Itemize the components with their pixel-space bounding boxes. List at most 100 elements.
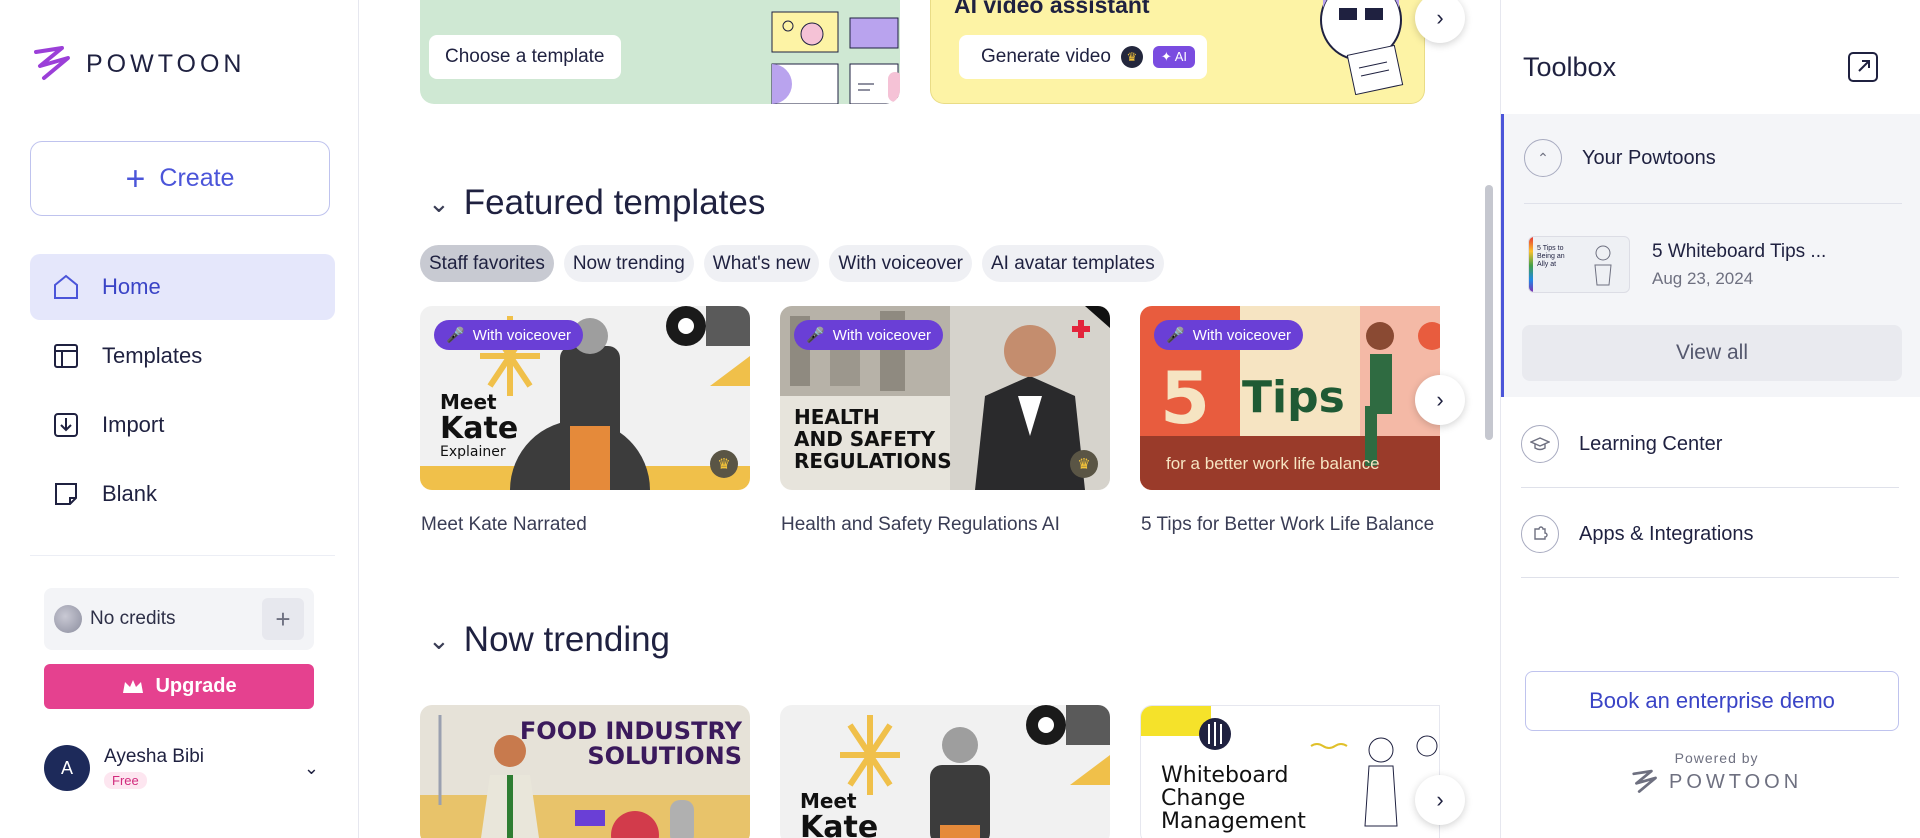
powtoon-logo[interactable]: POWTOON xyxy=(32,44,245,84)
credits-box: No credits + xyxy=(44,588,314,650)
voiceover-badge-label: With voiceover xyxy=(832,326,932,344)
trending-card-meet-kate[interactable]: Meet Kate xyxy=(780,705,1110,838)
generate-video-button[interactable]: Generate video ♛ ✦ AI xyxy=(959,35,1208,79)
credits-label: No credits xyxy=(90,608,176,629)
book-enterprise-demo-button[interactable]: Book an enterprise demo xyxy=(1525,671,1899,731)
now-trending-title: Now trending xyxy=(463,620,671,659)
chevron-down-icon[interactable]: ⌄ xyxy=(428,625,450,656)
rainbow-stripe xyxy=(1529,237,1533,292)
blank-icon xyxy=(55,483,77,505)
chip-whats-new[interactable]: What's new xyxy=(703,245,820,282)
chevron-down-icon[interactable]: ⌄ xyxy=(304,758,319,779)
nav-item-blank[interactable]: Blank xyxy=(30,461,335,527)
chip-with-voiceover[interactable]: With voiceover xyxy=(829,245,972,282)
art-line-1: 5 xyxy=(1160,356,1211,440)
voiceover-badge: 🎤 With voiceover xyxy=(1154,320,1304,350)
thumbnail-text: 5 Tips to Being an Ally at xyxy=(1537,245,1565,269)
user-menu[interactable]: A Ayesha Bibi Free ⌄ xyxy=(44,740,319,796)
trending-card-whiteboard[interactable]: Whiteboard Change Management xyxy=(1140,705,1440,838)
chip-ai-avatar-templates[interactable]: AI avatar templates xyxy=(982,245,1164,282)
templates-icon xyxy=(54,344,78,368)
powered-by-logo: POWTOON xyxy=(1631,768,1802,796)
chip-staff-favorites[interactable]: Staff favorites xyxy=(420,245,554,282)
credits-coin-icon xyxy=(54,605,82,633)
trending-next-button[interactable]: › xyxy=(1415,775,1465,825)
chevron-up-icon: ⌃ xyxy=(1524,139,1562,177)
logo-text: POWTOON xyxy=(86,49,246,78)
popout-icon[interactable] xyxy=(1846,50,1880,84)
upgrade-label: Upgrade xyxy=(155,675,237,697)
powtoon-logo-icon xyxy=(34,46,70,80)
graduation-cap-icon xyxy=(1521,425,1559,463)
generate-video-label: Generate video xyxy=(981,46,1111,67)
choose-template-label: Choose a template xyxy=(445,46,605,67)
toolbox-title: Toolbox xyxy=(1523,52,1617,82)
premium-crown-icon: ♛ xyxy=(710,450,738,478)
banner-next-button[interactable]: › xyxy=(1415,0,1465,43)
microphone-icon: 🎤 xyxy=(806,327,825,344)
recent-powtoon-title: 5 Whiteboard Tips ... xyxy=(1652,240,1827,262)
art-line-2: SOLUTIONS xyxy=(587,742,742,771)
nav-item-home[interactable]: Home xyxy=(30,254,335,320)
art-line-3: Explainer xyxy=(440,444,506,460)
powered-by-label: Powered by xyxy=(1674,750,1759,766)
your-powtoons-section: ⌃ Your Powtoons 5 Tips to Being an Ally … xyxy=(1501,114,1920,397)
nav-item-templates[interactable]: Templates xyxy=(30,323,335,389)
apps-integrations-link[interactable]: Apps & Integrations xyxy=(1521,515,1754,553)
import-icon xyxy=(54,413,78,437)
art-line-2: Change xyxy=(1161,786,1246,812)
upgrade-button[interactable]: Upgrade xyxy=(44,664,314,709)
art-line-1: Whiteboard xyxy=(1161,763,1289,788)
chip-now-trending[interactable]: Now trending xyxy=(563,245,694,282)
featured-next-button[interactable]: › xyxy=(1415,375,1465,425)
add-credits-button[interactable]: + xyxy=(262,598,304,640)
nav-item-import[interactable]: Import xyxy=(30,392,335,458)
recent-powtoon-date: Aug 23, 2024 xyxy=(1652,268,1754,288)
create-label: Create xyxy=(159,164,235,192)
template-card-title[interactable]: Meet Kate Narrated xyxy=(421,514,587,536)
whiteboard-art-text: Whiteboard Change Management xyxy=(1161,764,1306,833)
microphone-icon: 🎤 xyxy=(446,327,465,344)
divider xyxy=(1521,487,1899,488)
template-banner[interactable]: Choose a template xyxy=(420,0,900,104)
your-powtoons-toggle[interactable]: ⌃ Your Powtoons xyxy=(1524,139,1716,177)
nav-label: Import xyxy=(102,412,165,437)
divider xyxy=(1521,577,1899,578)
learning-center-link[interactable]: Learning Center xyxy=(1521,425,1722,463)
template-card-meet-kate[interactable]: 🎤 With voiceover Meet Kate Explainer ♛ xyxy=(420,306,750,490)
voiceover-badge: 🎤 With voiceover xyxy=(434,320,584,350)
template-card-title[interactable]: Health and Safety Regulations AI xyxy=(781,514,1060,536)
choose-template-button[interactable]: Choose a template xyxy=(429,35,621,79)
crown-icon xyxy=(123,679,144,693)
apps-integrations-label: Apps & Integrations xyxy=(1579,522,1754,545)
featured-filter-chips: Staff favorites Now trending What's new … xyxy=(420,245,1164,282)
premium-crown-icon: ♛ xyxy=(1070,450,1098,478)
puzzle-icon xyxy=(1521,515,1559,553)
voiceover-badge-label: With voiceover xyxy=(472,326,572,344)
plan-badge: Free xyxy=(104,772,147,789)
art-line-2: AND SAFETY xyxy=(794,427,936,451)
learning-center-label: Learning Center xyxy=(1579,432,1723,455)
template-card-5-tips[interactable]: 🎤 With voiceover 5 Tips for a better wor… xyxy=(1140,306,1440,490)
create-button[interactable]: + Create xyxy=(30,141,330,216)
featured-templates-heading[interactable]: ⌄ Featured templates xyxy=(428,183,765,223)
divider xyxy=(1524,203,1902,204)
now-trending-heading[interactable]: ⌄ Now trending xyxy=(428,620,670,660)
voiceover-badge-label: With voiceover xyxy=(1192,326,1292,344)
recent-powtoon-thumbnail: 5 Tips to Being an Ally at xyxy=(1528,236,1630,293)
ai-assistant-title: AI video assistant xyxy=(954,0,1150,18)
voiceover-badge: 🎤 With voiceover xyxy=(794,320,944,350)
chevron-down-icon[interactable]: ⌄ xyxy=(428,188,450,219)
art-line-3: Management xyxy=(1161,809,1306,835)
ai-assistant-banner[interactable]: AI video assistant Generate video ♛ ✦ AI xyxy=(930,0,1425,104)
view-all-button[interactable]: View all xyxy=(1522,325,1902,381)
sidebar: POWTOON + Create Home Templates Import B… xyxy=(0,0,359,838)
meet-kate-art-text: Meet Kate xyxy=(800,789,878,838)
recent-powtoon-item[interactable]: 5 Tips to Being an Ally at 5 Whiteboard … xyxy=(1528,236,1826,293)
template-card-title[interactable]: 5 Tips for Better Work Life Balance xyxy=(1141,514,1434,536)
powered-logo-text: POWTOON xyxy=(1669,770,1803,793)
main-scrollbar[interactable] xyxy=(1485,185,1493,440)
nav-label: Blank xyxy=(102,481,158,506)
trending-card-food-industry[interactable]: FOOD INDUSTRY SOLUTIONS xyxy=(420,705,750,838)
template-card-health-safety[interactable]: 🎤 With voiceover HEALTH AND SAFETY REGUL… xyxy=(780,306,1110,490)
